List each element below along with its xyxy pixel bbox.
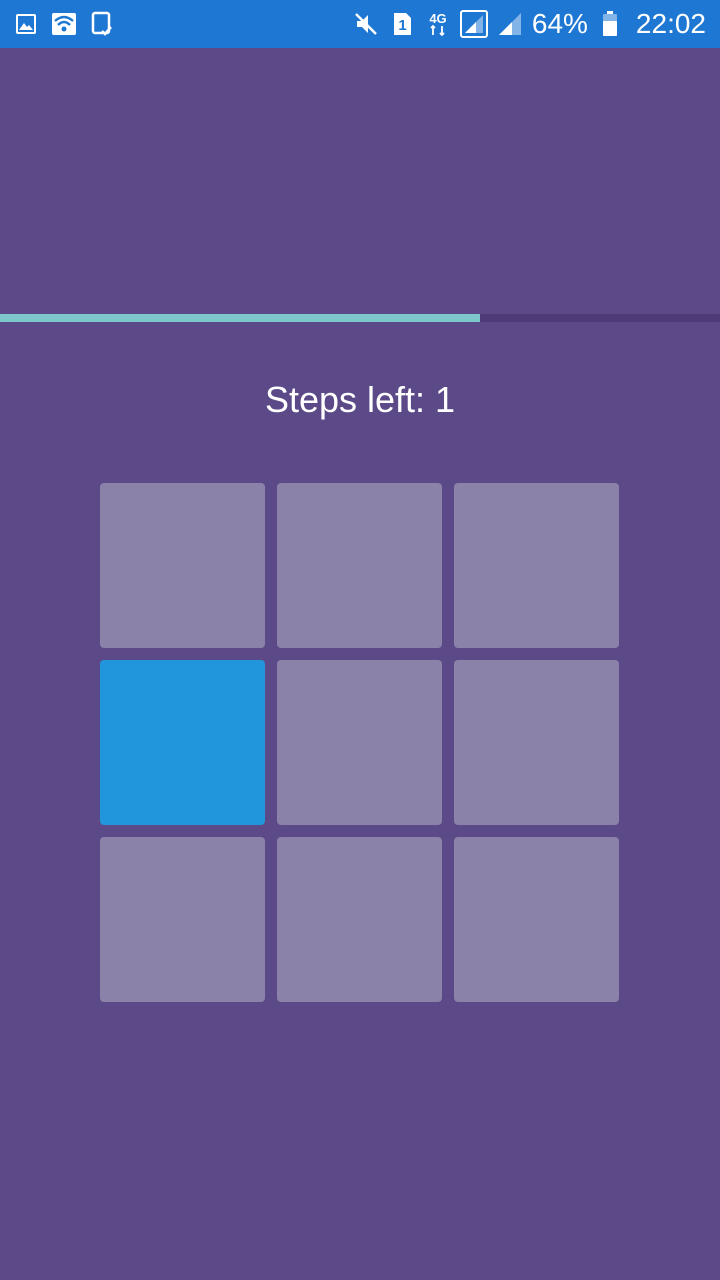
network-4g-icon: 4G xyxy=(424,10,452,38)
signal-icon xyxy=(459,10,488,38)
network-label: 4G xyxy=(429,11,446,26)
wifi-icon xyxy=(50,10,78,38)
game-grid xyxy=(100,483,620,1003)
progress-bar xyxy=(0,314,720,322)
grid-tile-r1-c0[interactable] xyxy=(100,660,265,825)
status-bar: 1 4G 64% 22:02 xyxy=(0,0,720,48)
battery-percent: 64% xyxy=(531,8,588,39)
grid-tile-r0-c0[interactable] xyxy=(100,483,265,648)
battery-icon xyxy=(596,10,624,38)
grid-tile-r1-c1[interactable] xyxy=(277,660,442,825)
gallery-icon xyxy=(12,10,40,38)
tablet-check-icon xyxy=(88,10,116,38)
grid-tile-r2-c0[interactable] xyxy=(100,837,265,1002)
grid-tile-r2-c1[interactable] xyxy=(277,837,442,1002)
sim-label: 1 xyxy=(398,17,406,34)
grid-tile-r1-c2[interactable] xyxy=(454,660,619,825)
steps-left-label: Steps left: 1 xyxy=(264,379,456,420)
status-right: 1 4G 64% 22:02 xyxy=(352,0,706,48)
clock: 22:02 xyxy=(635,8,706,39)
progress-fill xyxy=(0,314,481,322)
grid-tile-r0-c1[interactable] xyxy=(277,483,442,648)
sim-1-icon: 1 xyxy=(388,10,416,38)
mute-icon xyxy=(352,10,380,38)
grid-tile-r0-c2[interactable] xyxy=(454,483,619,648)
grid-tile-r2-c2[interactable] xyxy=(454,837,619,1002)
signal-2-icon xyxy=(496,10,524,38)
status-left xyxy=(12,0,116,48)
